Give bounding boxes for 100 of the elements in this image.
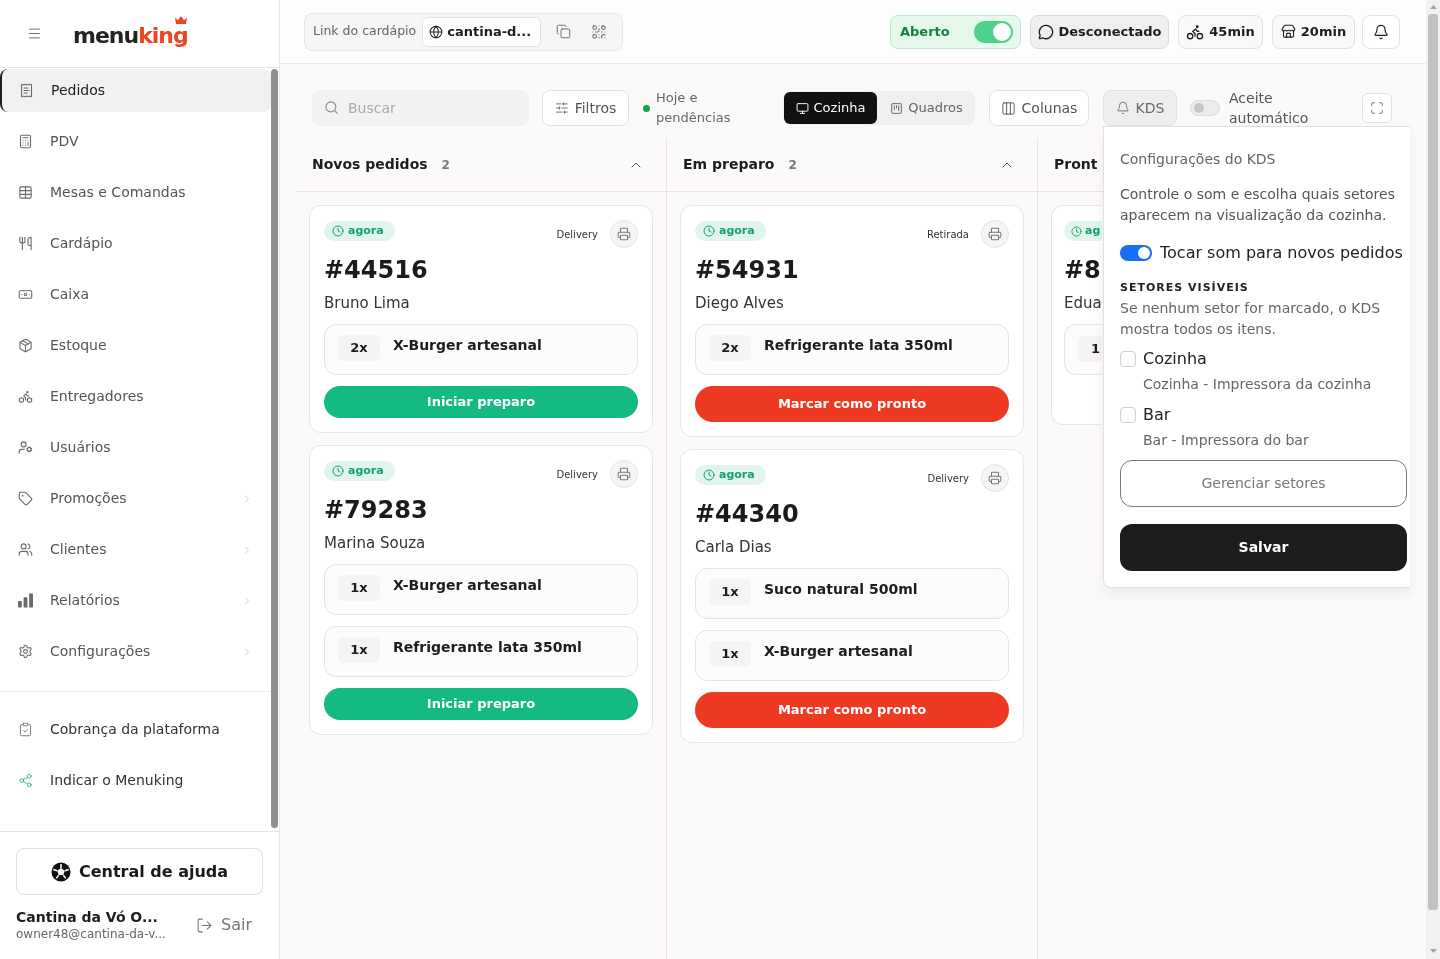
caret-down-icon[interactable] bbox=[1429, 949, 1437, 953]
customer-name: Edua bbox=[1064, 293, 1102, 313]
sound-toggle-label: Tocar som para novos pedidos bbox=[1160, 242, 1403, 264]
copy-icon[interactable] bbox=[556, 24, 572, 39]
section-hint: Se nenhum setor for marcado, o KDS mostra todos os itens. bbox=[1120, 299, 1382, 339]
nav-item[interactable]: Usuários bbox=[0, 426, 271, 469]
logout-button[interactable]: Sair bbox=[196, 913, 263, 937]
menu-link-field[interactable]: cantina-d... bbox=[422, 16, 542, 47]
clipboard-check-icon bbox=[18, 722, 33, 737]
order-number: #54931 bbox=[695, 255, 800, 285]
printer-icon bbox=[617, 227, 631, 241]
checkbox[interactable] bbox=[1120, 407, 1136, 423]
print-button[interactable] bbox=[981, 464, 1009, 492]
table-icon bbox=[18, 185, 33, 200]
scrollbar[interactable] bbox=[1426, 0, 1440, 959]
soccer-ball-icon bbox=[50, 861, 71, 882]
view-tab[interactable]: Cozinha bbox=[784, 92, 877, 124]
gear-icon bbox=[18, 644, 33, 659]
search-field[interactable]: Buscar bbox=[312, 90, 529, 126]
pickup-time-button[interactable]: 20min bbox=[1272, 14, 1355, 49]
banknote-icon bbox=[18, 287, 33, 302]
sector-detail: Cozinha - Impressora da cozinha bbox=[1142, 375, 1373, 394]
manage-sectors-button[interactable]: Gerenciar setores bbox=[1120, 460, 1407, 507]
nav-link[interactable]: Indicar o Menuking bbox=[0, 759, 271, 802]
nav-link[interactable]: Cobrança da plataforma bbox=[0, 708, 271, 751]
clock-icon bbox=[1071, 225, 1082, 237]
item-quantity: 1x bbox=[709, 579, 751, 605]
order-action-button[interactable]: Marcar como pronto bbox=[695, 692, 1009, 728]
filters-button[interactable]: Filtros bbox=[542, 90, 629, 126]
print-button[interactable] bbox=[981, 220, 1009, 248]
kanban-icon bbox=[890, 101, 904, 115]
kds-button[interactable]: KDS bbox=[1103, 90, 1177, 126]
nav-item[interactable]: PDV bbox=[0, 120, 271, 163]
whatsapp-status-button[interactable]: Desconectado bbox=[1030, 14, 1169, 49]
print-button[interactable] bbox=[610, 220, 638, 248]
order-number: #44340 bbox=[695, 499, 800, 529]
view-tab[interactable]: Quadros bbox=[879, 92, 974, 124]
scrollbar[interactable] bbox=[271, 69, 278, 828]
item-quantity: 2x bbox=[338, 335, 380, 361]
share-icon bbox=[18, 773, 33, 788]
order-type: Retirada bbox=[926, 228, 969, 242]
checkbox[interactable] bbox=[1120, 351, 1136, 367]
columns-button[interactable]: Colunas bbox=[989, 90, 1089, 126]
user-gear-icon bbox=[18, 440, 33, 455]
globe-icon bbox=[429, 24, 444, 39]
save-button[interactable]: Salvar bbox=[1120, 524, 1407, 571]
bell-icon bbox=[1115, 101, 1130, 115]
bicycle-icon bbox=[18, 389, 33, 404]
qr-code-icon[interactable] bbox=[591, 23, 608, 40]
nav-item[interactable]: Entregadores bbox=[0, 375, 271, 418]
item-name: Suco natural 500ml bbox=[764, 580, 918, 599]
delivery-time-button[interactable]: 45min bbox=[1178, 14, 1263, 49]
store-icon bbox=[1280, 24, 1296, 39]
notifications-button[interactable] bbox=[1362, 14, 1400, 49]
sector-name: Bar bbox=[1143, 404, 1171, 426]
box-icon bbox=[18, 338, 33, 353]
nav-item[interactable]: Promoções bbox=[0, 477, 271, 520]
item-name: X-Burger artesanal bbox=[393, 336, 542, 355]
nav-item[interactable]: Configurações bbox=[0, 630, 271, 673]
customer-name: Diego Alves bbox=[695, 293, 785, 313]
toggle-switch[interactable] bbox=[1190, 100, 1220, 116]
toggle-switch[interactable] bbox=[1120, 245, 1152, 261]
store-status-control[interactable]: Aberto bbox=[890, 14, 1021, 49]
column-count: 2 bbox=[441, 156, 450, 174]
fullscreen-icon bbox=[1370, 101, 1384, 115]
item-quantity: 1x bbox=[709, 641, 751, 667]
nav-item[interactable]: Relatórios bbox=[0, 579, 271, 622]
print-button[interactable] bbox=[610, 460, 638, 488]
order-action-button[interactable]: Marcar como pronto bbox=[695, 386, 1009, 422]
item-quantity: 2x bbox=[709, 335, 751, 361]
nav-item[interactable]: Mesas e Comandas bbox=[0, 171, 271, 214]
section-heading: SETORES VISÍVEIS bbox=[1120, 280, 1250, 296]
caret-up-icon[interactable] bbox=[1429, 5, 1437, 9]
order-type: Delivery bbox=[927, 472, 969, 486]
nav-item[interactable]: Cardápio bbox=[0, 222, 271, 265]
auto-accept-label: Aceite automático bbox=[1229, 89, 1310, 128]
nav-item[interactable]: Caixa bbox=[0, 273, 271, 316]
bar-chart-icon bbox=[18, 593, 33, 608]
sector-detail: Bar - Impressora do bar bbox=[1142, 431, 1310, 450]
clock-icon bbox=[332, 225, 344, 237]
customer-name: Bruno Lima bbox=[324, 293, 411, 313]
order-type: Delivery bbox=[556, 228, 598, 242]
nav-item[interactable]: Estoque bbox=[0, 324, 271, 367]
help-center-button[interactable]: Central de ajuda bbox=[16, 848, 263, 895]
search-icon bbox=[324, 100, 339, 115]
toggle-switch[interactable] bbox=[974, 20, 1013, 43]
item-quantity: 1x bbox=[338, 575, 380, 601]
clock-icon bbox=[703, 225, 715, 237]
item-name: X-Burger artesanal bbox=[764, 642, 913, 661]
order-number: #79283 bbox=[324, 495, 429, 525]
printer-icon bbox=[617, 467, 631, 481]
menu-icon[interactable] bbox=[27, 26, 42, 41]
nav-item[interactable]: Clientes bbox=[0, 528, 271, 571]
fullscreen-button[interactable] bbox=[1362, 93, 1392, 123]
period-label: Hoje e pendências bbox=[656, 89, 732, 127]
column-title: Pront bbox=[1054, 155, 1098, 174]
nav-item[interactable]: Pedidos bbox=[0, 69, 271, 112]
bell-icon bbox=[1373, 23, 1389, 40]
item-quantity: 1 bbox=[1078, 336, 1102, 362]
column-title: Novos pedidos bbox=[312, 155, 428, 174]
